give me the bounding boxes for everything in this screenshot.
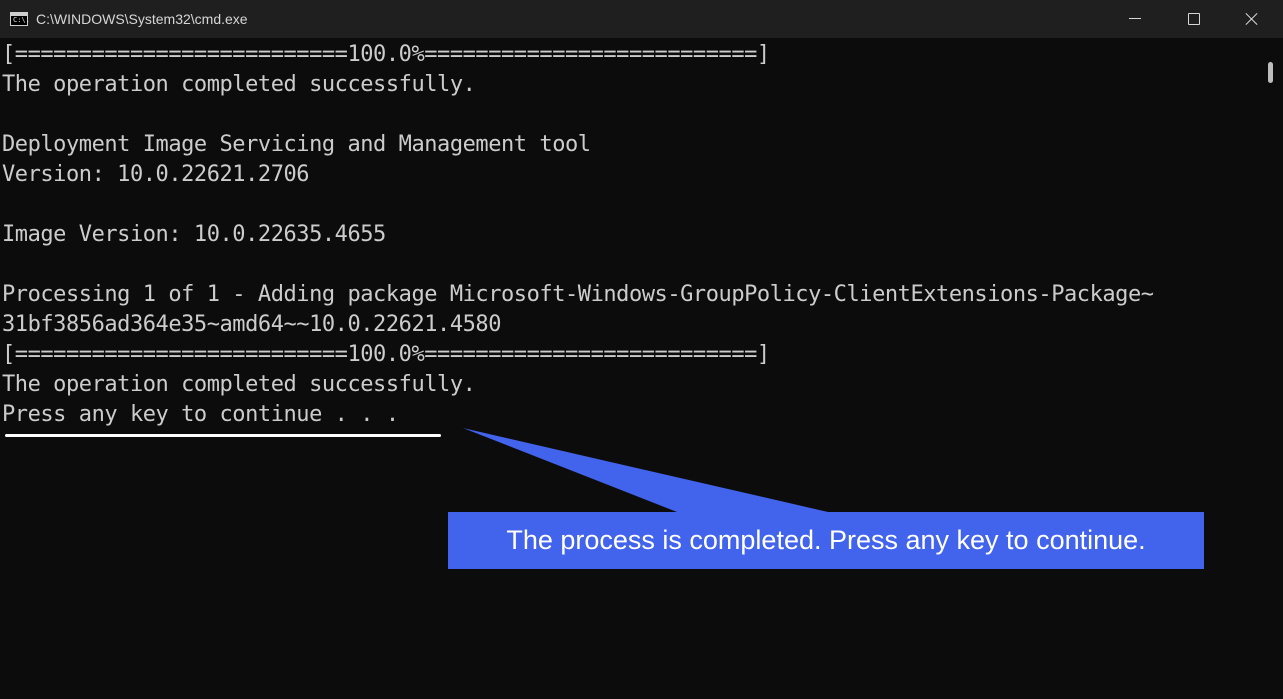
minimize-icon [1129, 18, 1141, 19]
console-output[interactable]: [==========================100.0%=======… [2, 40, 1260, 699]
close-icon [1245, 12, 1258, 25]
console-line: 31bf3856ad364e35~amd64~~10.0.22621.4580 [2, 312, 502, 337]
close-button[interactable] [1222, 0, 1280, 38]
console-line: Image Version: 10.0.22635.4655 [2, 222, 386, 247]
title-bar[interactable]: C:\. C:\WINDOWS\System32\cmd.exe [0, 0, 1283, 38]
cmd-icon-text: C:\. [13, 16, 30, 24]
console-line: The operation completed successfully. [2, 372, 476, 397]
prompt-underline-annotation [5, 434, 441, 437]
console-line: [==========================100.0%=======… [2, 42, 770, 67]
cmd-icon[interactable]: C:\. [10, 12, 30, 26]
vertical-scrollbar[interactable] [1264, 38, 1277, 699]
console-line: The operation completed successfully. [2, 72, 476, 97]
press-any-key-prompt: Press any key to continue . . . [2, 402, 399, 427]
cmd-window: C:\. C:\WINDOWS\System32\cmd.exe [======… [0, 0, 1283, 699]
maximize-button[interactable] [1164, 0, 1222, 38]
callout-annotation: The process is completed. Press any key … [448, 512, 1204, 569]
scrollbar-thumb[interactable] [1268, 62, 1273, 83]
console-line: Deployment Image Servicing and Managemen… [2, 132, 591, 157]
minimize-button[interactable] [1106, 0, 1164, 38]
console-line: Processing 1 of 1 - Adding package Micro… [2, 282, 1154, 307]
console-line: Version: 10.0.22621.2706 [2, 162, 310, 187]
window-title: C:\WINDOWS\System32\cmd.exe [36, 11, 248, 27]
maximize-icon [1188, 13, 1200, 25]
console-line: [==========================100.0%=======… [2, 342, 770, 367]
